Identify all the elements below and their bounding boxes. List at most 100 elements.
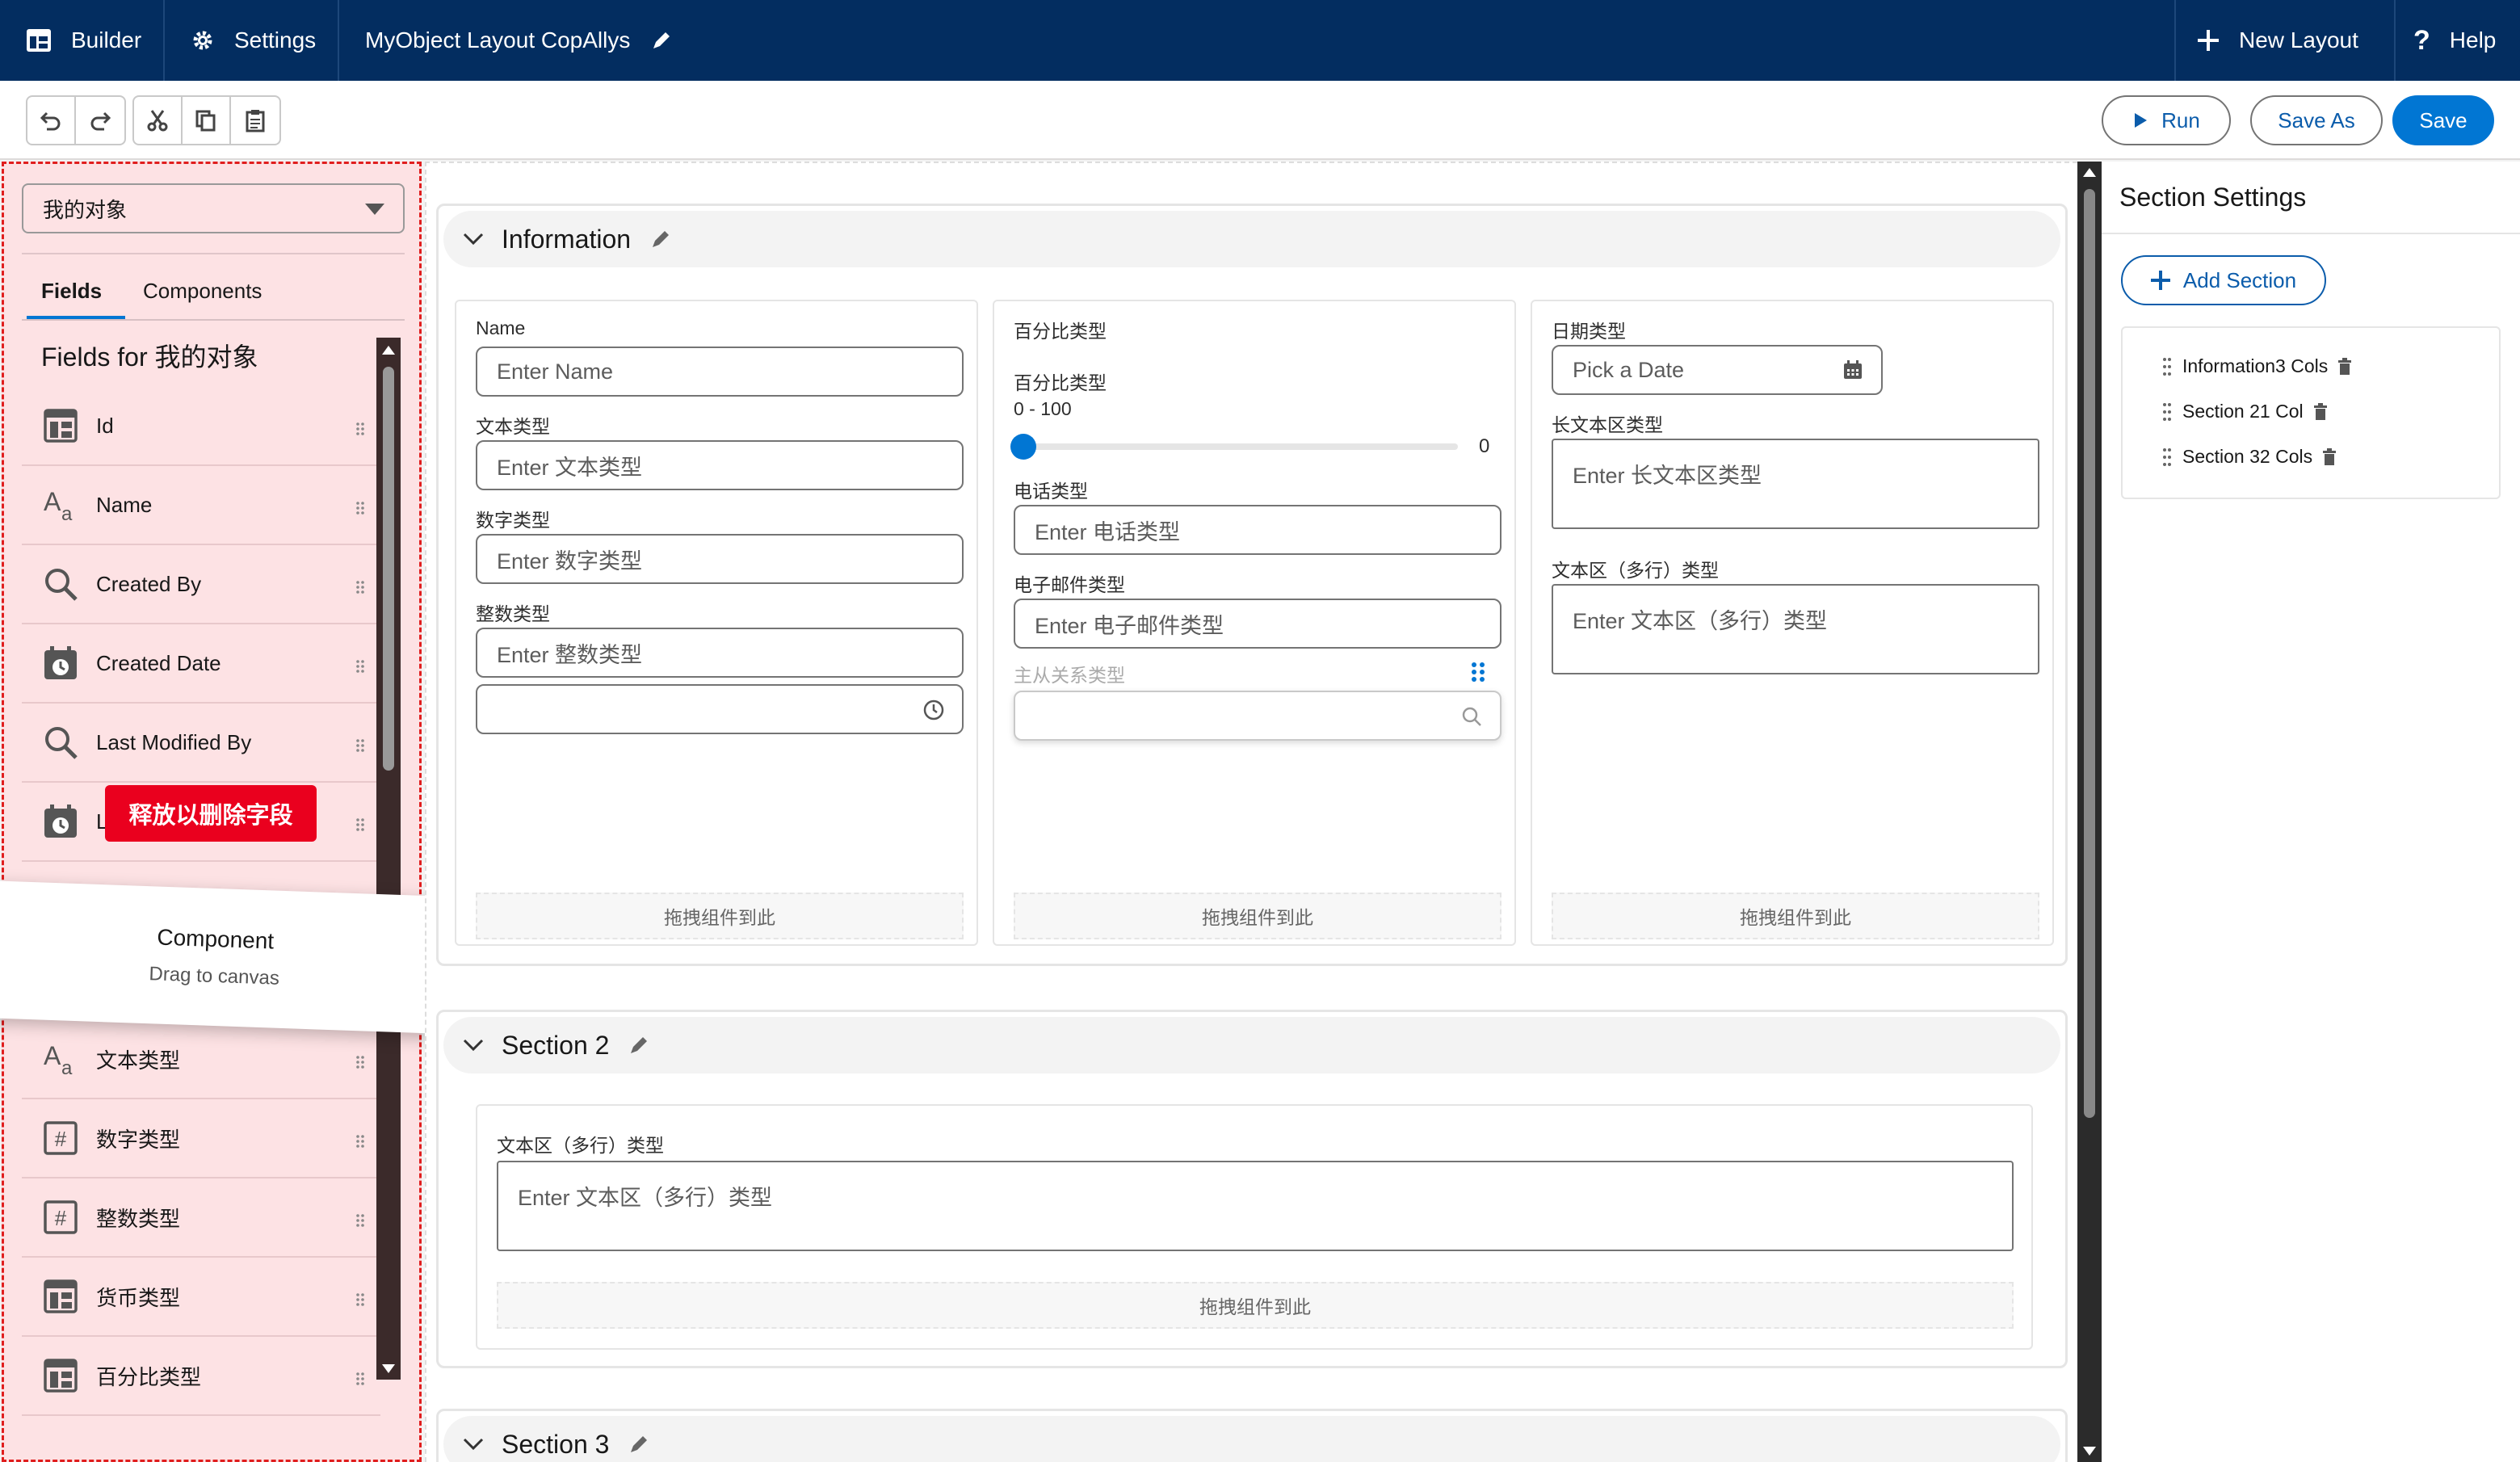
drag-handle-icon[interactable] (355, 576, 366, 601)
copy-button[interactable] (183, 97, 231, 144)
section-header[interactable]: Section 2 (443, 1017, 2060, 1073)
drop-zone[interactable]: 拖拽组件到此 (476, 893, 964, 939)
section-list-item[interactable]: Section 32 Cols (2161, 446, 2337, 468)
builder-nav-item[interactable]: Builder (26, 0, 141, 81)
tab-components[interactable]: Components (143, 279, 262, 304)
field-item[interactable]: Created By (22, 545, 380, 624)
drop-zone[interactable]: 拖拽组件到此 (1014, 893, 1502, 939)
textarea-field[interactable]: Enter 文本区（多行）类型 (1552, 584, 2039, 674)
drag-card-title: Component (156, 924, 275, 954)
field-label-name: Name (476, 317, 526, 338)
scroll-thumb[interactable] (383, 367, 394, 771)
svg-text:a: a (61, 503, 73, 523)
new-layout-button[interactable]: New Layout (2197, 0, 2358, 81)
scroll-thumb[interactable] (2084, 189, 2095, 1118)
chevron-down-icon[interactable] (463, 1437, 484, 1451)
time-field[interactable] (476, 684, 964, 734)
scroll-down-icon[interactable] (2082, 1446, 2097, 1457)
drag-handle-icon[interactable] (355, 734, 366, 759)
number-field[interactable]: Enter 数字类型 (476, 534, 964, 584)
redo-button[interactable] (76, 97, 124, 144)
drag-handle-icon[interactable] (355, 813, 366, 838)
field-label-text: 文本类型 (476, 416, 550, 437)
text-field[interactable]: Enter 文本类型 (476, 440, 964, 490)
pencil-icon[interactable] (627, 1033, 651, 1057)
drop-zone[interactable]: 拖拽组件到此 (1552, 893, 2039, 939)
drag-handle-icon[interactable] (355, 1288, 366, 1313)
phone-field[interactable]: Enter 电话类型 (1014, 505, 1502, 555)
section-list-item[interactable]: Section 21 Col (2161, 401, 2328, 422)
drop-zone[interactable]: 拖拽组件到此 (497, 1282, 2014, 1329)
name-field[interactable]: Enter Name (476, 347, 964, 397)
drag-handle-icon[interactable] (355, 497, 366, 522)
scroll-up-icon[interactable] (381, 344, 396, 355)
textarea-field[interactable]: Enter 文本区（多行）类型 (497, 1161, 2014, 1251)
scroll-down-icon[interactable] (381, 1363, 396, 1375)
field-item[interactable]: Aa Name (22, 466, 380, 545)
canvas-scrollbar[interactable] (2077, 162, 2102, 1462)
drag-handle-icon[interactable] (355, 655, 366, 680)
run-button[interactable]: Run (2102, 95, 2231, 145)
chevron-down-icon[interactable] (463, 1038, 484, 1052)
drag-handle-icon[interactable] (355, 1130, 366, 1155)
section-list-item-label: Information3 Cols (2182, 355, 2329, 376)
section-list-item[interactable]: Information3 Cols (2161, 355, 2352, 377)
cut-button[interactable] (134, 97, 183, 144)
tab-fields[interactable]: Fields (41, 279, 102, 304)
section-title: Section 2 (502, 1030, 610, 1060)
hash-icon: # (41, 1198, 80, 1237)
pencil-icon[interactable] (649, 227, 673, 251)
master-detail-lookup-field[interactable] (1014, 691, 1502, 741)
integer-field[interactable]: Enter 整数类型 (476, 628, 964, 678)
svg-text:A: A (44, 487, 61, 516)
pencil-icon[interactable] (649, 28, 674, 53)
layout-name-item[interactable]: MyObject Layout CopAllys (365, 0, 674, 81)
field-item[interactable]: Aa 文本类型 (22, 1020, 380, 1099)
drag-handle-icon[interactable] (2161, 447, 2173, 468)
field-item[interactable]: Last Modified By (22, 704, 380, 783)
section-header[interactable]: Information (443, 211, 2060, 267)
percent-slider-track[interactable] (1014, 443, 1458, 450)
percent-label: 百分比类型 (1014, 372, 1107, 393)
calendar-icon[interactable] (1842, 359, 1863, 380)
layout-icon (41, 1356, 80, 1395)
clock-icon[interactable] (923, 699, 944, 720)
email-field[interactable]: Enter 电子邮件类型 (1014, 599, 1502, 649)
field-item[interactable]: # 整数类型 (22, 1178, 380, 1258)
field-item[interactable]: Id (22, 387, 380, 466)
save-button[interactable]: Save (2392, 95, 2494, 145)
paste-button[interactable] (231, 97, 279, 144)
field-list-scrollbar[interactable] (376, 338, 401, 1380)
dragging-component-card[interactable]: Component Drag to canvas (0, 880, 440, 1034)
section-header[interactable]: Section 3 (443, 1416, 2060, 1462)
drag-handle-icon[interactable] (1469, 660, 1487, 684)
drag-handle-icon[interactable] (2161, 401, 2173, 422)
save-as-button[interactable]: Save As (2250, 95, 2383, 145)
drag-handle-icon[interactable] (355, 1209, 366, 1234)
long-text-area[interactable]: Enter 长文本区类型 (1552, 439, 2039, 529)
field-item[interactable]: # 数字类型 (22, 1099, 380, 1178)
help-button[interactable]: ? Help (2413, 0, 2496, 81)
drag-handle-icon[interactable] (355, 1051, 366, 1076)
percent-slider-thumb[interactable] (1010, 434, 1036, 460)
add-section-button[interactable]: Add Section (2121, 255, 2326, 305)
trash-icon[interactable] (2337, 357, 2352, 376)
field-item[interactable]: 货币类型 (22, 1258, 380, 1337)
trash-icon[interactable] (2322, 447, 2337, 466)
field-item[interactable]: Created Date (22, 624, 380, 704)
settings-nav-item[interactable]: Settings (191, 0, 316, 81)
date-field[interactable]: Pick a Date (1552, 345, 1883, 395)
object-select[interactable]: 我的对象 (22, 183, 405, 233)
drag-handle-icon[interactable] (355, 418, 366, 443)
field-item[interactable]: 百分比类型 (22, 1337, 380, 1416)
copy-icon (195, 110, 216, 132)
top-navigation-bar: Builder Settings MyObject Layout CopAlly… (0, 0, 2520, 81)
chevron-down-icon[interactable] (463, 232, 484, 246)
drag-handle-icon[interactable] (2161, 356, 2173, 377)
pencil-icon[interactable] (627, 1432, 651, 1456)
scroll-up-icon[interactable] (2082, 166, 2097, 178)
undo-button[interactable] (27, 97, 76, 144)
svg-text:A: A (44, 1041, 61, 1070)
drag-handle-icon[interactable] (355, 1367, 366, 1393)
trash-icon[interactable] (2313, 402, 2328, 421)
